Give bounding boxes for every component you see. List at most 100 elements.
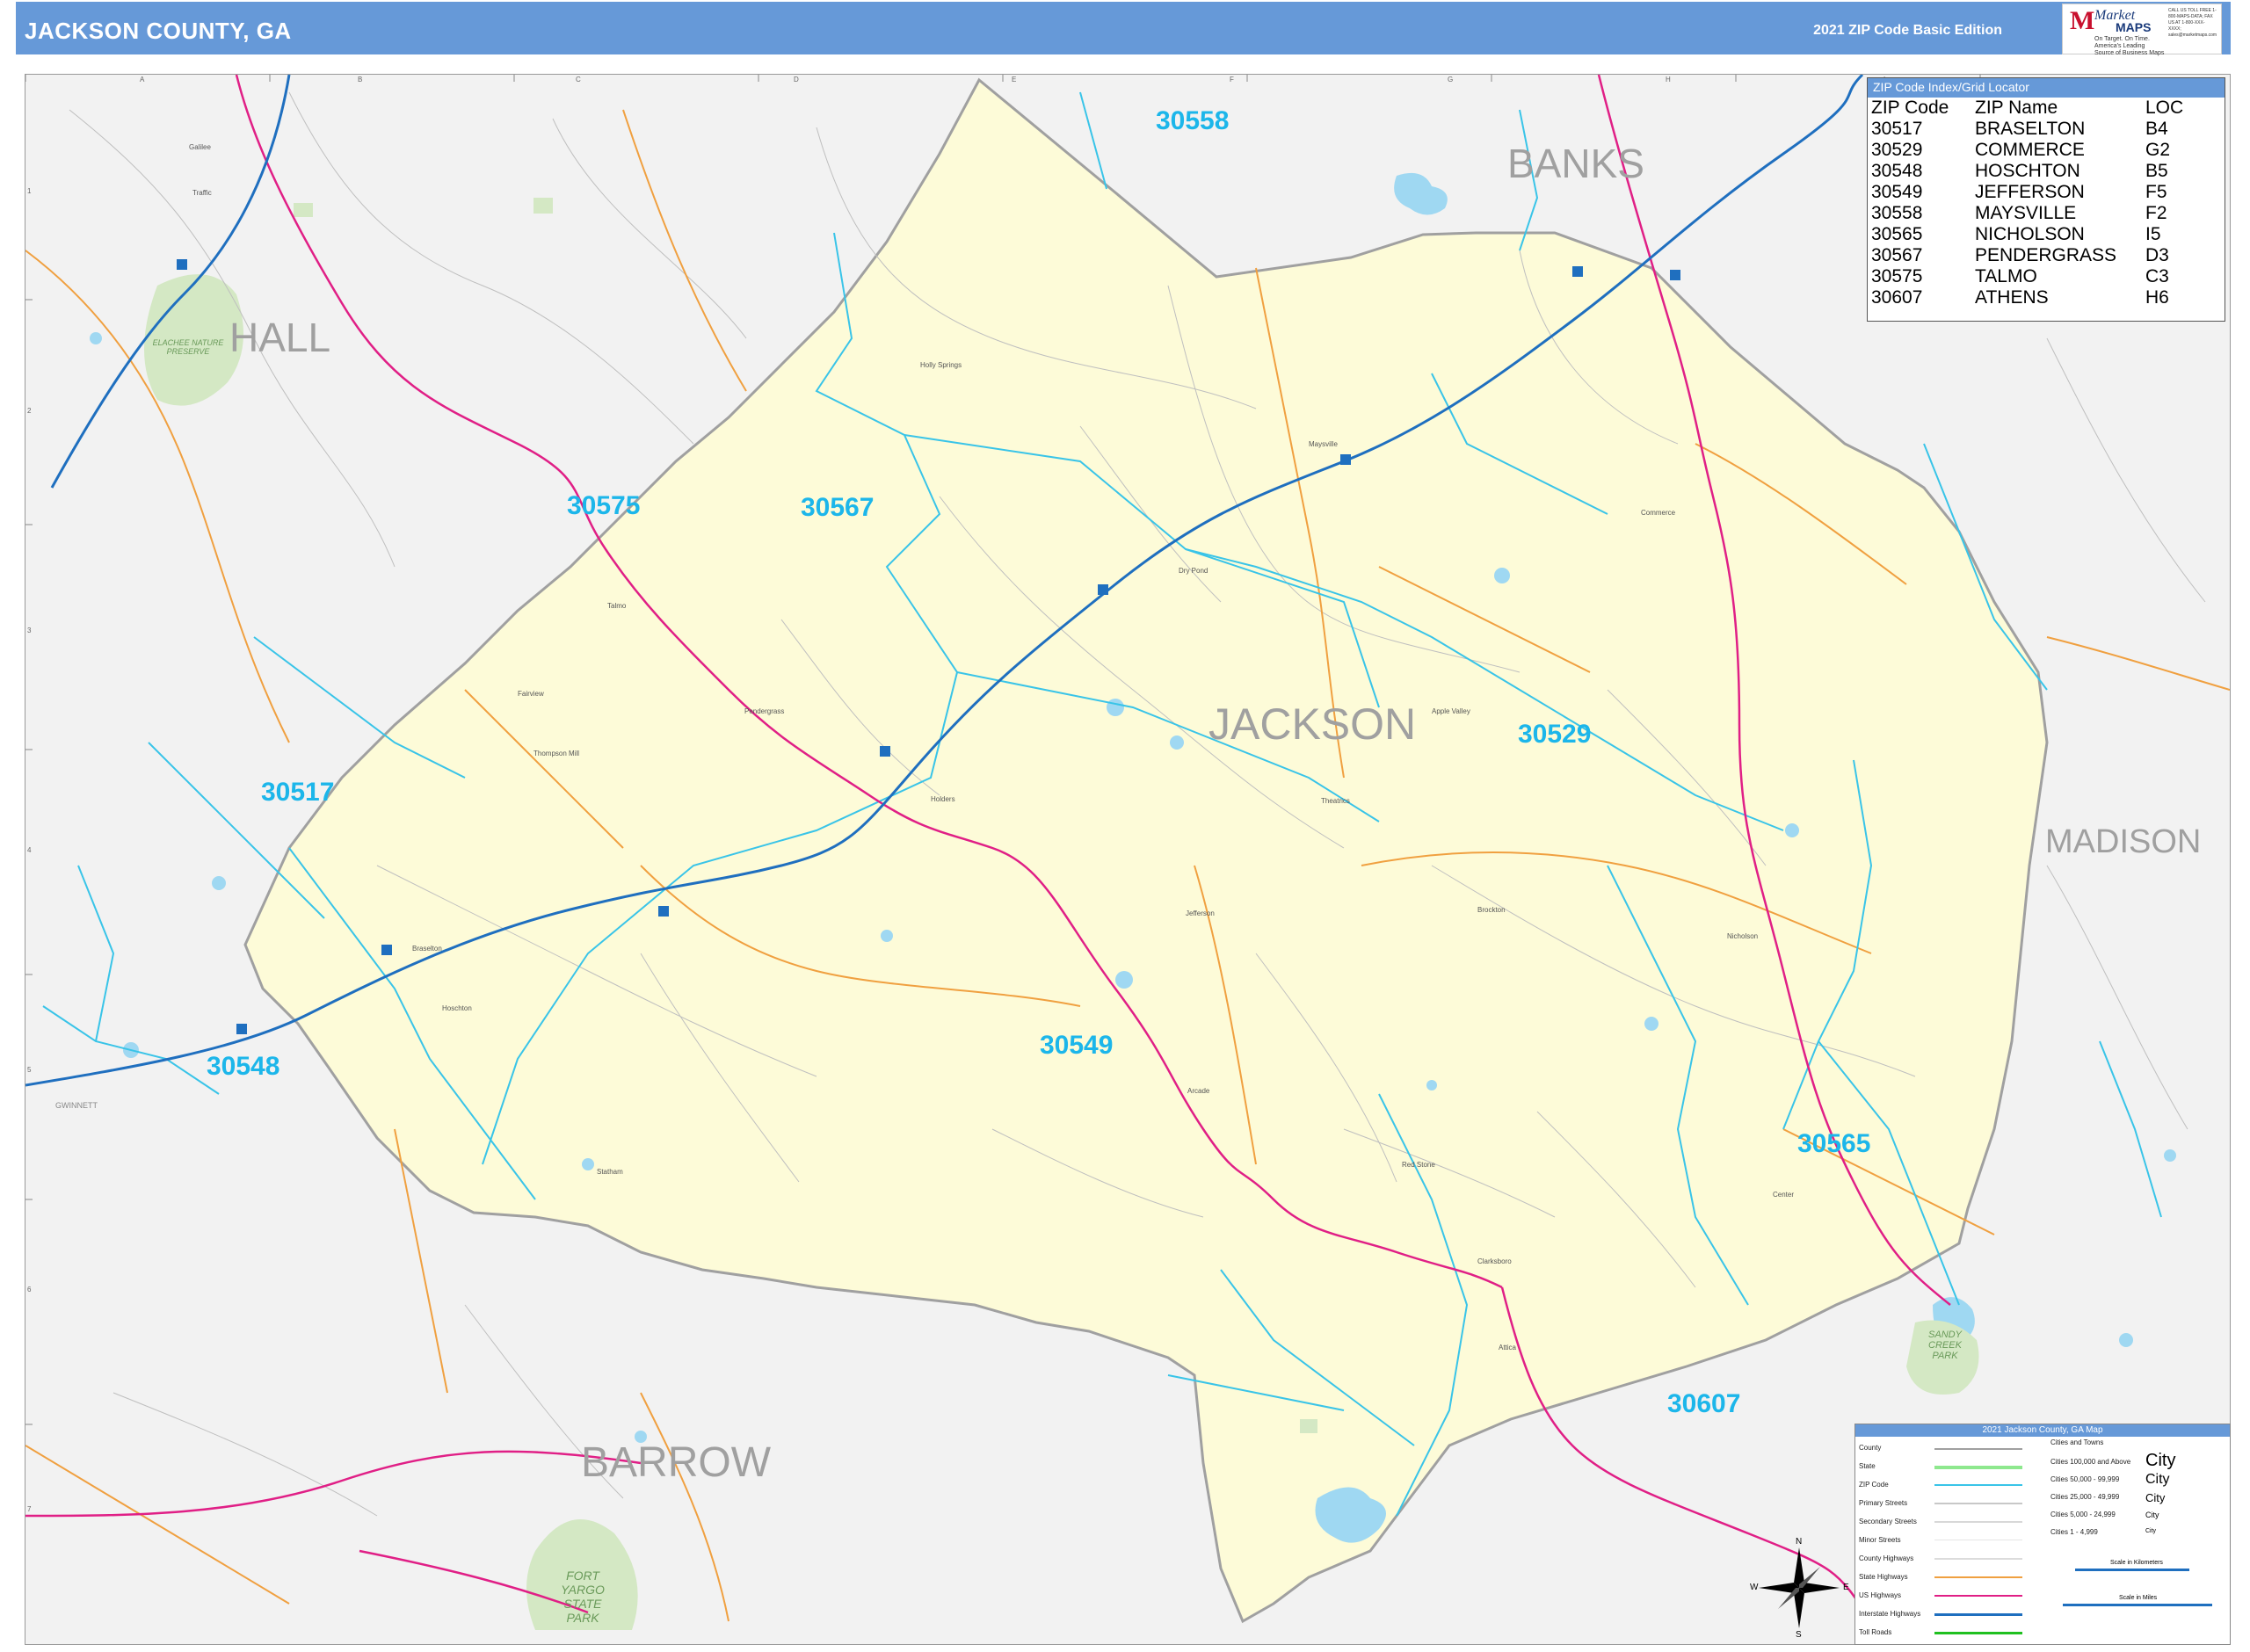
zip-label-30567: 30567 — [801, 493, 875, 522]
table-row[interactable]: 30607 ATHENS H6 — [1871, 287, 2183, 308]
col-header-loc: LOC — [2145, 98, 2184, 118]
place-nicholson[interactable]: Nicholson — [1727, 932, 1758, 940]
compass-s-label: S — [1796, 1630, 1802, 1640]
park-label-sandy-creek: SANDY CREEK PARK — [1928, 1330, 1962, 1361]
place-maysville[interactable]: Maysville — [1309, 440, 1338, 448]
logo-contact: CALL US TOLL FREE 1-800-MAPS-DATA; FAX U… — [2168, 8, 2217, 38]
legend-city-class-5: Cities 1 - 4,999 — [2050, 1528, 2098, 1536]
header-bar: JACKSON COUNTY, GA 2021 ZIP Code Basic E… — [16, 2, 2231, 56]
zip-cell: 30607 — [1871, 287, 1923, 308]
place-brockton[interactable]: Brockton — [1477, 906, 1506, 914]
logo-maps: MAPS — [2116, 20, 2152, 34]
legend-item-minor: Minor Streets — [1859, 1536, 1901, 1544]
place-braselton[interactable]: Braselton — [412, 945, 442, 953]
place-traffic[interactable]: Traffic — [192, 189, 212, 197]
legend-swatch-county — [1934, 1448, 2022, 1450]
zip-index-table: ZIP Code Index/Grid Locator ZIP Code ZIP… — [1867, 77, 2225, 322]
legend-city-class-3: Cities 25,000 - 49,999 — [2050, 1493, 2120, 1501]
loc-cell: F2 — [2145, 203, 2167, 223]
grid-row-label: 6 — [27, 1286, 32, 1293]
legend-item-us-hwy: US Highways — [1859, 1591, 1902, 1599]
place-red-stone[interactable]: Red Stone — [1402, 1161, 1435, 1169]
logo-m-icon: M — [2070, 6, 2095, 35]
legend-item-primary: Primary Streets — [1859, 1499, 1908, 1507]
place-pendergrass[interactable]: Pendergrass — [744, 707, 784, 715]
legend-item-interstate: Interstate Highways — [1859, 1610, 1921, 1618]
grid-row-label: 1 — [27, 187, 32, 195]
legend-swatch-secondary — [1934, 1521, 2022, 1523]
table-row[interactable]: 30567 PENDERGRASS D3 — [1871, 245, 2183, 266]
place-apple-valley[interactable]: Apple Valley — [1432, 707, 1470, 715]
scale-mi-bar — [2063, 1604, 2212, 1606]
interstate-shield-icon — [381, 945, 392, 955]
interstate-shield-icon — [236, 1024, 247, 1034]
col-header-name: ZIP Name — [1975, 98, 2058, 118]
scale-km-bar — [2075, 1569, 2189, 1571]
legend-swatch-us-hwy — [1934, 1595, 2022, 1597]
table-row[interactable]: 30529 COMMERCE G2 — [1871, 140, 2183, 161]
zip-label-30565: 30565 — [1797, 1129, 1871, 1158]
place-talmo[interactable]: Talmo — [607, 602, 626, 610]
place-hoschton[interactable]: Hoschton — [442, 1004, 472, 1012]
table-row[interactable]: 30558 MAYSVILLE F2 — [1871, 203, 2183, 224]
loc-cell: C3 — [2145, 266, 2169, 286]
zip-cell: 30565 — [1871, 224, 1923, 244]
grid-column-label: H — [1666, 76, 1671, 83]
place-arcade[interactable]: Arcade — [1187, 1087, 1209, 1095]
zip-label-30607: 30607 — [1667, 1389, 1741, 1418]
legend-swatch-interstate — [1934, 1613, 2022, 1616]
place-statham[interactable]: Statham — [597, 1168, 623, 1176]
loc-cell: B4 — [2145, 119, 2168, 139]
place-attica[interactable]: Attica — [1499, 1344, 1516, 1351]
place-galilee[interactable]: Galilee — [189, 143, 211, 151]
place-theatrics[interactable]: Theatrics — [1321, 797, 1350, 805]
legend-city-class-2: Cities 50,000 - 99,999 — [2050, 1475, 2120, 1483]
legend-item-county-hwy: County Highways — [1859, 1554, 1914, 1562]
zip-label-30575: 30575 — [567, 491, 641, 520]
table-row[interactable]: 30565 NICHOLSON I5 — [1871, 224, 2183, 245]
scale-km-label: Scale in Kilometers — [2110, 1560, 2163, 1566]
place-thompson-mill[interactable]: Thompson Mill — [533, 750, 579, 757]
zip-cell: 30567 — [1871, 245, 1923, 265]
zip-index-header-row: ZIP Code ZIP Name LOC — [1871, 98, 2183, 119]
compass-e-label: E — [1843, 1583, 1849, 1592]
loc-cell: I5 — [2145, 224, 2161, 244]
legend-city-example-5: City — [2145, 1528, 2157, 1534]
place-commerce[interactable]: Commerce — [1641, 509, 1675, 517]
grid-row-label: 4 — [27, 846, 32, 854]
zip-name-cell: MAYSVILLE — [1975, 203, 2077, 223]
legend-item-state: State — [1859, 1462, 1876, 1470]
table-row[interactable]: 30517 BRASELTON B4 — [1871, 119, 2183, 140]
legend-city-example-3: City — [2145, 1491, 2166, 1504]
county-label-jackson: JACKSON — [1208, 699, 1417, 749]
zip-name-cell: ATHENS — [1975, 287, 2049, 308]
table-row[interactable]: 30549 JEFFERSON F5 — [1871, 182, 2183, 203]
zip-name-cell: HOSCHTON — [1975, 161, 2080, 181]
place-dry-pond[interactable]: Dry Pond — [1179, 567, 1208, 575]
grid-column-label: D — [794, 76, 799, 83]
place-holly-springs[interactable]: Holly Springs — [920, 361, 962, 369]
legend-swatch-county-hwy — [1934, 1558, 2022, 1560]
place-jefferson[interactable]: Jefferson — [1186, 909, 1215, 917]
place-center[interactable]: Center — [1773, 1191, 1794, 1199]
grid-row-label: 2 — [27, 407, 32, 415]
county-label-banks: BANKS — [1507, 141, 1644, 186]
place-clarksboro[interactable]: Clarksboro — [1477, 1257, 1512, 1265]
table-row[interactable]: 30548 HOSCHTON B5 — [1871, 161, 2183, 182]
grid-row-label: 3 — [27, 627, 32, 634]
place-holders[interactable]: Holders — [931, 795, 955, 803]
interstate-shield-icon — [880, 746, 890, 757]
place-fairview[interactable]: Fairview — [518, 690, 544, 698]
map-legend: 2021 Jackson County, GA Map County State… — [1854, 1424, 2231, 1645]
county-label-barrow: BARROW — [581, 1439, 771, 1486]
zip-name-cell: TALMO — [1975, 266, 2037, 286]
legend-title: 2021 Jackson County, GA Map — [1855, 1424, 2230, 1437]
legend-city-class-1: Cities 100,000 and Above — [2050, 1458, 2131, 1466]
grid-column-label: B — [358, 76, 363, 83]
table-row[interactable]: 30575 TALMO C3 — [1871, 266, 2183, 287]
grid-column-label: G — [1448, 76, 1454, 83]
interstate-shield-icon — [177, 259, 187, 270]
interstate-shield-icon — [1670, 270, 1680, 280]
zip-cell: 30575 — [1871, 266, 1923, 286]
market-maps-logo[interactable]: M Market MAPS On Target. On Time. Americ… — [2062, 4, 2222, 56]
